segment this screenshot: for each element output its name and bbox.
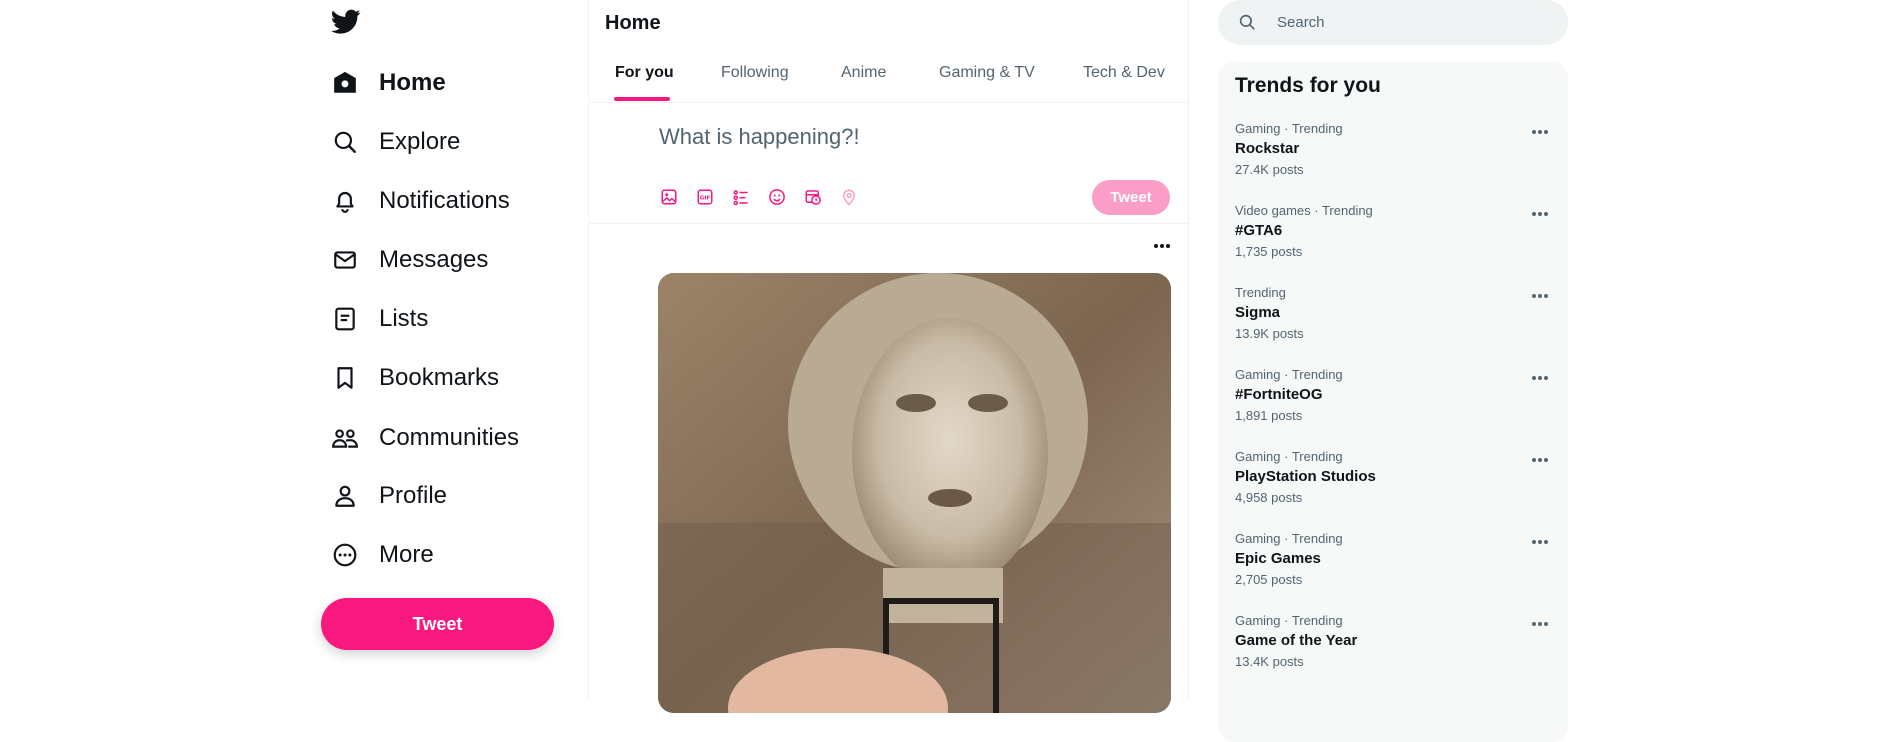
poll-icon[interactable]	[730, 186, 752, 208]
sidebar-item-label: Messages	[379, 246, 489, 273]
bell-icon	[331, 187, 359, 215]
trend-count: 4,958 posts	[1235, 490, 1303, 505]
trend-name: PlayStation Studios	[1235, 468, 1376, 485]
column-divider	[1188, 0, 1189, 699]
tab-tech-dev[interactable]: Tech & Dev	[1083, 64, 1165, 82]
trend-more-icon[interactable]	[1528, 453, 1552, 467]
more-circle-icon	[331, 541, 359, 569]
bookmark-icon	[331, 364, 359, 392]
sidebar-item-label: Bookmarks	[379, 364, 500, 391]
trend-count: 27.4K posts	[1235, 162, 1304, 177]
sidebar-item-bookmarks[interactable]: Bookmarks	[331, 358, 499, 398]
sidebar-item-lists[interactable]: Lists	[331, 299, 428, 339]
column-divider	[588, 0, 589, 699]
search-input[interactable]	[1275, 13, 1539, 32]
trend-more-icon[interactable]	[1528, 617, 1552, 631]
tab-gaming-tv[interactable]: Gaming & TV	[939, 64, 1035, 82]
trend-name: Sigma	[1235, 304, 1281, 321]
sidebar-item-label: Lists	[379, 305, 429, 332]
trend-name: Game of the Year	[1235, 632, 1358, 649]
trend-count: 1,735 posts	[1235, 244, 1303, 259]
twitter-logo-icon[interactable]	[331, 9, 363, 37]
trend-count: 13.9K posts	[1235, 326, 1304, 341]
location-icon[interactable]	[838, 186, 860, 208]
trend-count: 2,705 posts	[1235, 572, 1303, 587]
sidebar-item-communities[interactable]: Communities	[331, 418, 519, 458]
trend-more-icon[interactable]	[1528, 207, 1552, 221]
sidebar-item-more[interactable]: More	[331, 535, 434, 575]
trend-more-icon[interactable]	[1528, 289, 1552, 303]
trend-name: Epic Games	[1235, 550, 1321, 567]
trend-item[interactable]: Gaming · Trending Rockstar 27.4K posts	[1218, 121, 1568, 203]
trend-meta: Gaming · Trending	[1235, 367, 1343, 382]
trend-meta: Gaming · Trending	[1235, 121, 1343, 136]
sidebar-item-label: More	[379, 541, 434, 568]
trend-name: #FortniteOG	[1235, 386, 1323, 403]
sidebar-item-messages[interactable]: Messages	[331, 240, 488, 280]
trend-item[interactable]: Gaming · Trending Game of the Year 13.4K…	[1218, 613, 1568, 695]
trend-more-icon[interactable]	[1528, 371, 1552, 385]
trend-item[interactable]: Gaming · Trending PlayStation Studios 4,…	[1218, 449, 1568, 531]
trends-title: Trends for you	[1235, 74, 1381, 97]
trend-more-icon[interactable]	[1528, 535, 1552, 549]
search-icon	[331, 128, 359, 156]
sidebar-item-notifications[interactable]: Notifications	[331, 181, 510, 221]
tab-for-you[interactable]: For you	[615, 64, 674, 82]
person-icon	[331, 482, 359, 510]
compose-input[interactable]	[659, 124, 1159, 150]
trend-meta: Gaming · Trending	[1235, 531, 1343, 546]
trend-item[interactable]: Gaming · Trending #FortniteOG 1,891 post…	[1218, 367, 1568, 449]
sidebar-item-explore[interactable]: Explore	[331, 122, 460, 162]
image-icon[interactable]	[658, 186, 680, 208]
sidebar-item-label: Notifications	[379, 187, 510, 214]
envelope-icon	[331, 246, 359, 274]
people-icon	[331, 424, 359, 452]
home-icon	[331, 69, 359, 97]
trend-item[interactable]: Video games · Trending #GTA6 1,735 posts	[1218, 203, 1568, 285]
trend-meta: Gaming · Trending	[1235, 613, 1343, 628]
sidebar-tweet-button[interactable]: Tweet	[321, 598, 554, 650]
sidebar-item-profile[interactable]: Profile	[331, 476, 447, 516]
post-more-icon[interactable]	[1150, 239, 1174, 253]
compose-tweet-button[interactable]: Tweet	[1092, 180, 1170, 215]
sidebar-item-home[interactable]: Home	[331, 63, 446, 103]
sidebar-item-label: Profile	[379, 482, 448, 509]
trend-name: #GTA6	[1235, 222, 1283, 239]
search-icon	[1238, 13, 1256, 36]
active-tab-indicator	[614, 97, 670, 101]
trend-item[interactable]: Trending Sigma 13.9K posts	[1218, 285, 1568, 367]
trends-panel: Trends for you Gaming · Trending Rocksta…	[1218, 62, 1568, 742]
search-box[interactable]	[1218, 0, 1568, 45]
trend-item[interactable]: Gaming · Trending Epic Games 2,705 posts	[1218, 531, 1568, 613]
sidebar-item-label: Communities	[379, 424, 520, 451]
tabs-divider	[589, 102, 1188, 103]
sidebar-item-label: Home	[379, 69, 446, 96]
compose-divider	[589, 223, 1188, 224]
svg-text:GIF: GIF	[700, 196, 711, 202]
trend-count: 1,891 posts	[1235, 408, 1303, 423]
trend-meta: Trending	[1235, 285, 1286, 300]
post-media-image[interactable]	[658, 273, 1171, 713]
sidebar-item-label: Explore	[379, 128, 461, 155]
emoji-icon[interactable]	[766, 186, 788, 208]
page-title: Home	[605, 12, 661, 34]
schedule-icon[interactable]	[802, 186, 824, 208]
list-icon	[331, 305, 359, 333]
trend-more-icon[interactable]	[1528, 125, 1552, 139]
trend-count: 13.4K posts	[1235, 654, 1304, 669]
tab-following[interactable]: Following	[721, 64, 789, 82]
gif-icon[interactable]: GIF	[694, 186, 716, 208]
tab-anime[interactable]: Anime	[841, 64, 886, 82]
trend-meta: Video games · Trending	[1235, 203, 1373, 218]
trend-meta: Gaming · Trending	[1235, 449, 1343, 464]
trend-name: Rockstar	[1235, 140, 1300, 157]
